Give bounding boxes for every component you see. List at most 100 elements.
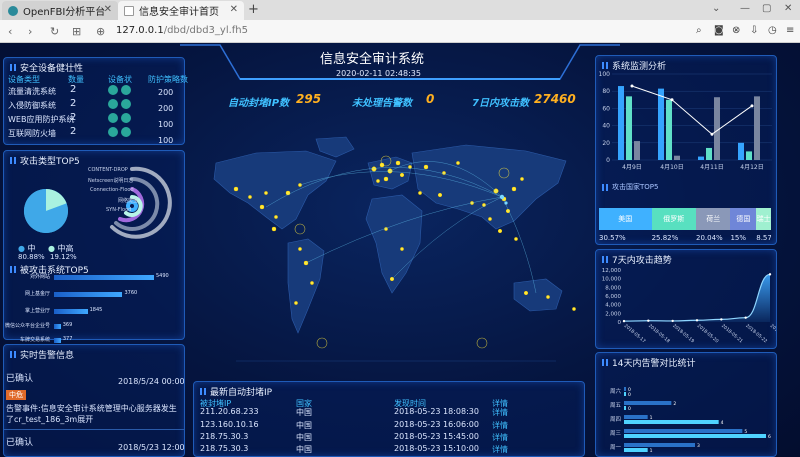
trend-point: [647, 319, 650, 322]
x-tick-label: 4月10日: [660, 164, 683, 170]
close-icon[interactable]: ✕: [104, 4, 112, 15]
last-week-value: 2: [673, 401, 676, 407]
device-type: 入侵防御系统: [8, 101, 56, 110]
new-tab-icon[interactable]: +: [248, 2, 259, 17]
monitor-point: [710, 132, 714, 136]
title-bar-icon: [10, 64, 16, 71]
maximize-icon[interactable]: ▢: [762, 3, 771, 14]
ip-cell: 218.75.30.3: [200, 444, 249, 453]
category-label: 周六: [610, 387, 622, 395]
y-tick-label: 0: [618, 320, 622, 326]
last-week-bar: [624, 387, 626, 391]
status-dots: [108, 127, 131, 139]
system-monitor-panel: 系统监测分析 0 20 40 60 80 100 4月9日 4月10日 4月11日 4月12日 攻…: [595, 55, 777, 245]
ip-cell: 211.20.68.233: [200, 407, 259, 416]
last-week-bar: [624, 401, 672, 405]
y-tick-label: 40: [602, 123, 610, 130]
x-tick-label: 2018-05-17: [623, 323, 647, 344]
attack-countries-bar: 美国 俄罗斯 荷兰 德国 瑞士: [599, 208, 771, 230]
status-dots: [108, 85, 131, 97]
page-title: 信息安全审计系统: [320, 52, 425, 67]
title-bar-icon: [200, 388, 206, 395]
menu-icon[interactable]: ≡: [786, 25, 794, 36]
reload-icon[interactable]: ↻: [50, 25, 59, 38]
system-bar: [54, 275, 154, 280]
tab-openfbi[interactable]: OpenFBI分析平台 ✕: [2, 1, 118, 20]
this-week-value: 6: [768, 434, 771, 440]
africa: [365, 194, 423, 294]
country-cell: 中国: [296, 445, 312, 454]
system-name: 网上基金厅: [24, 291, 50, 297]
tab-list-icon[interactable]: ⌄: [712, 3, 720, 14]
device-count: 2: [70, 126, 77, 137]
monitor-bar: [634, 141, 640, 160]
alert-time: 2018/5/23 12:00: [118, 443, 185, 452]
close-icon[interactable]: ✕: [230, 4, 238, 15]
detail-link[interactable]: 详情: [492, 407, 508, 418]
x-tick-label: 2018-05-18: [647, 323, 671, 344]
country-segment: 荷兰: [695, 208, 731, 230]
x-tick-label: 2018-05-23: [769, 323, 776, 344]
title-bar-icon: [602, 359, 608, 366]
minimize-icon[interactable]: —: [740, 3, 750, 14]
alert-status: 已确认: [6, 374, 34, 384]
apps-grid-icon[interactable]: ⊞: [72, 25, 81, 38]
device-health-panel: 安全设备健壮性 设备类型 数量 设备状 防护策略数 流量清洗系统 2 200 入…: [3, 57, 188, 145]
severity-pie: [23, 188, 68, 233]
last-week-value: 5: [744, 429, 747, 435]
monitor-bar: [626, 96, 632, 160]
this-week-bar: [624, 406, 626, 410]
globe-icon: ⊕: [96, 25, 106, 38]
x-tick-label: 2018-05-20: [696, 323, 720, 344]
dashboard: 信息安全审计系统 2020-02-11 02:48:35 自动封堵IP数 295…: [0, 43, 800, 457]
window-close-icon[interactable]: ✕: [784, 3, 792, 14]
ring-label: Connection-Flood: [90, 187, 134, 193]
detail-link[interactable]: 详情: [492, 444, 508, 455]
this-week-value: 4: [721, 420, 724, 426]
trend-point: [695, 319, 699, 322]
device-count: 2: [70, 112, 77, 123]
time-cell: 2018-05-23 16:06:00: [394, 420, 479, 429]
detail-link[interactable]: 详情: [492, 432, 508, 443]
monitor-bar: [738, 142, 744, 160]
device-count: 2: [70, 84, 77, 95]
device-type: 互联网防火墙: [8, 129, 56, 138]
system-name: 微信公众平台企业号: [4, 323, 50, 329]
title-bar-icon: [10, 157, 16, 164]
x-tick-label: 4月12日: [740, 164, 763, 170]
ip-cell: 123.160.10.16: [200, 420, 259, 429]
system-monitor-chart: 0 20 40 60 80 100 4月9日 4月10日 4月11日 4月12日: [599, 71, 772, 170]
title-bar-icon: [602, 256, 608, 263]
legend-pct: 80.88%: [18, 253, 45, 261]
device-policy: 200: [158, 88, 174, 97]
history-icon[interactable]: ◷: [768, 25, 777, 36]
monitor-bar: [674, 155, 680, 160]
category-label: 周一: [610, 444, 622, 451]
alert-time: 2018/5/24 00:00: [118, 377, 185, 386]
country-pct: 15%: [730, 234, 747, 242]
last-week-bar: [624, 443, 695, 447]
this-week-bar: [624, 448, 648, 452]
tab-audit-home[interactable]: 信息安全审计首页 ✕: [118, 1, 244, 20]
stat-label-unprocessed: 未处理告警数: [352, 98, 412, 109]
world-attack-map: [213, 136, 576, 362]
system-bar: [54, 338, 61, 343]
detail-link[interactable]: 详情: [492, 420, 508, 431]
stat-value-blocked-ip: 295: [296, 92, 322, 106]
asia: [411, 144, 567, 230]
url-field[interactable]: 127.0.0.1/dbd/dbd3_yl.fh5: [116, 25, 248, 36]
monitor-bar: [746, 151, 752, 160]
header-time: 2020-02-11 02:48:35: [336, 69, 421, 78]
ring-label: CONTENT-DROP: [88, 167, 128, 173]
download-icon[interactable]: ⇩: [750, 25, 758, 36]
south-america: [287, 238, 325, 334]
camera-icon[interactable]: ◙: [714, 25, 724, 36]
forward-icon[interactable]: ›: [28, 25, 32, 38]
shield-icon[interactable]: ⊗: [732, 25, 740, 36]
back-icon[interactable]: ‹: [8, 25, 12, 38]
stat-label-blocked-ip: 自动封堵IP数: [228, 98, 290, 109]
search-icon[interactable]: ⌕: [696, 25, 702, 36]
monitor-bar: [666, 99, 672, 160]
trend-7d-chart: 0 2,000 4,000 6,000 8,000 10,000 12,000 2018-05…: [602, 268, 776, 344]
alert-level-badge: 中危: [6, 390, 26, 400]
